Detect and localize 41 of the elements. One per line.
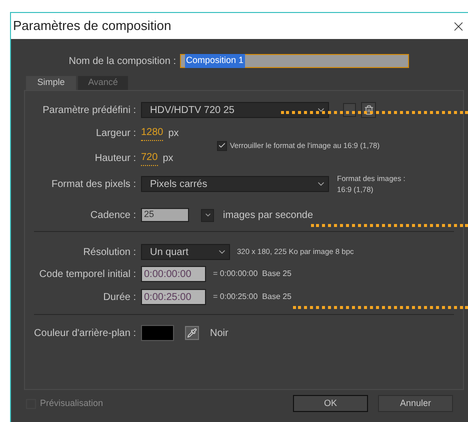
field-label: Paramètre prédéfini : — [42, 104, 136, 118]
caret-icon — [204, 211, 212, 219]
field-label: Couleur d'arrière-plan : — [34, 326, 136, 340]
composition-name-field[interactable]: Composition 1 — [180, 54, 409, 68]
timecode-info: = 0:00:00:00 Base 25 — [213, 268, 292, 280]
dimension-value[interactable]: 1280 — [141, 125, 164, 141]
save-preset-button[interactable] — [343, 103, 356, 117]
eyedropper-icon — [187, 328, 197, 338]
unit-label: px — [168, 126, 179, 140]
field-label: Résolution : — [83, 246, 136, 260]
check-icon — [218, 141, 226, 150]
field-label: Cadence : — [90, 208, 136, 222]
dimension-value[interactable]: 720 — [141, 150, 158, 166]
field-label: Code temporel initial : — [39, 268, 136, 282]
tab[interactable]: Simple — [26, 76, 76, 90]
dropdown[interactable]: Pixels carrés — [141, 176, 329, 192]
checkbox[interactable] — [216, 140, 227, 150]
frame-rate-dropdown[interactable] — [201, 208, 214, 222]
checkbox-label: Prévisualisation — [40, 396, 104, 410]
timecode-info: = 0:00:25:00 Base 25 — [213, 291, 292, 303]
field-label: Largeur : — [96, 126, 136, 140]
dialog-button[interactable]: OK — [293, 395, 368, 412]
frame-rate-field[interactable]: 25 — [141, 208, 189, 222]
field-label: Durée : — [103, 290, 136, 304]
dropdown[interactable]: HDV/HDTV 720 25 — [141, 102, 329, 118]
dialog-button[interactable]: Annuler — [378, 395, 453, 412]
delete-preset-button[interactable] — [361, 102, 376, 118]
color-swatch[interactable] — [141, 325, 174, 341]
timecode-field[interactable]: 0:00:00:00 — [141, 266, 206, 282]
eyedropper-button[interactable] — [185, 326, 199, 340]
dropdown[interactable]: Un quart — [141, 244, 230, 260]
color-name: Noir — [210, 326, 228, 340]
trash-icon — [364, 105, 374, 115]
timecode-field[interactable]: 0:00:25:00 — [141, 289, 206, 305]
field-label: Nom de la composition : — [68, 54, 176, 68]
window-title: Paramètres de composition — [13, 17, 172, 36]
unit-label: images par seconde — [223, 208, 314, 222]
unit-label: px — [162, 152, 174, 166]
field-label: Hauteur : — [94, 152, 136, 166]
field-label: Format des pixels : — [52, 178, 136, 192]
tab[interactable]: Avancé — [78, 76, 128, 90]
